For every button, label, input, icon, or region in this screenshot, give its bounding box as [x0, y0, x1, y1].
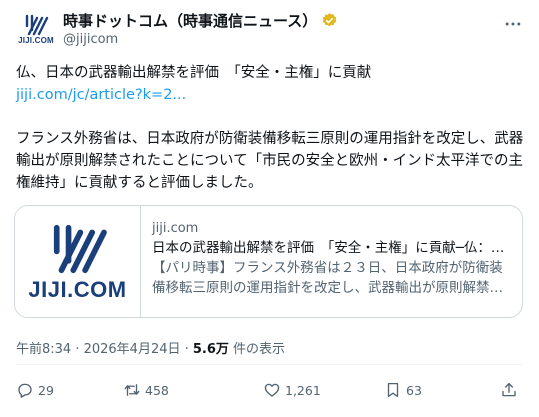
- tweet-paragraph: フランス外務省は、日本政府が防衛装備移転三原則の運用指針を改定し、武器輸出が原則…: [16, 131, 524, 191]
- view-count: 5.6万: [192, 342, 229, 357]
- repost-icon: [124, 384, 140, 396]
- bookmark-icon: [387, 382, 399, 398]
- more-icon[interactable]: [501, 12, 525, 36]
- card-body: jiji.com 日本の武器輸出解禁を評価 「安全・主権」に貢献─仏：… 【パリ…: [152, 220, 512, 298]
- tweet-headline: 仏、日本の武器輸出解禁を評価 「安全・主権」に貢献: [16, 65, 372, 81]
- tweet-text: 仏、日本の武器輸出解禁を評価 「安全・主権」に貢献 jiji.com/jc/ar…: [16, 62, 526, 194]
- reply-icon: [18, 383, 32, 398]
- like-button[interactable]: 1,261: [263, 378, 321, 402]
- divider: [16, 364, 523, 365]
- display-name[interactable]: 時事ドットコム（時事通信ニュース）: [63, 10, 317, 31]
- card-description: 【パリ時事】フランス外務省は２３日、日本政府が防衛装備移転三原則の運用指針を改定…: [152, 260, 503, 296]
- repost-count: 458: [145, 382, 169, 398]
- name-row: 時事ドットコム（時事通信ニュース）: [63, 10, 338, 31]
- action-bar: 29 458 1,261 63: [16, 378, 523, 402]
- share-icon: [502, 382, 516, 397]
- bookmark-button[interactable]: 63: [384, 378, 422, 402]
- tweet-header: JIJI.COM 時事ドットコム（時事通信ニュース） @jijicom: [0, 0, 539, 58]
- repost-button[interactable]: 458: [123, 378, 169, 402]
- card-thumbnail: JIJI.COM: [15, 206, 141, 317]
- handle[interactable]: @jijicom: [63, 32, 118, 47]
- verified-badge-icon: [322, 13, 337, 27]
- like-count: 1,261: [285, 382, 321, 398]
- timestamp[interactable]: 午前8:34 · 2026年4月24日 ·: [16, 342, 193, 357]
- avatar[interactable]: JIJI.COM: [16, 9, 56, 49]
- card-title: 日本の武器輸出解禁を評価 「安全・主権」に貢献─仏：…: [152, 240, 505, 256]
- jiji-logo-mark: [25, 14, 49, 35]
- tweet-meta: 午前8:34 · 2026年4月24日 · 5.6万 件の表示: [16, 338, 285, 357]
- link-card[interactable]: JIJI.COM jiji.com 日本の武器輸出解禁を評価 「安全・主権」に貢…: [14, 205, 523, 318]
- like-icon: [264, 383, 280, 397]
- article-link[interactable]: jiji.com/jc/article?k=2...: [16, 87, 186, 103]
- card-wordmark: JIJI.COM: [28, 276, 127, 302]
- reply-count: 29: [38, 382, 54, 398]
- avatar-wordmark: JIJI.COM: [18, 35, 54, 45]
- bookmark-count: 63: [406, 382, 422, 398]
- card-domain: jiji.com: [152, 221, 199, 236]
- reply-button[interactable]: 29: [16, 378, 54, 402]
- jiji-logo-mark: [53, 224, 107, 273]
- share-button[interactable]: [500, 378, 518, 402]
- view-label: 件の表示: [228, 342, 286, 357]
